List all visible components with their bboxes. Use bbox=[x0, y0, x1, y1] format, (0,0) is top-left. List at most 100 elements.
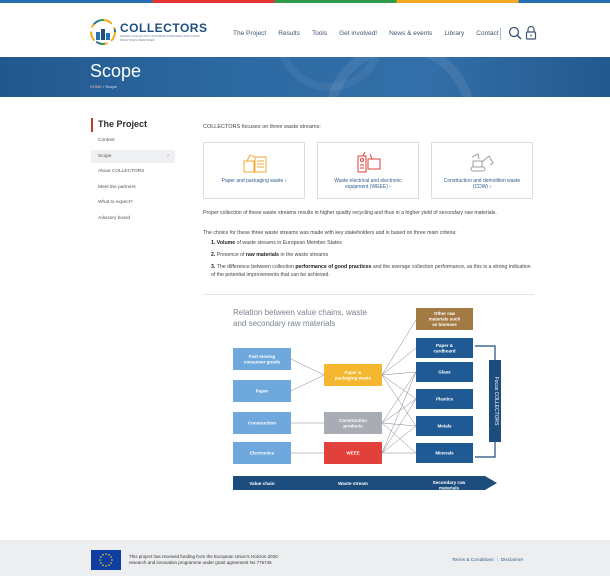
criterion-item: 3. The difference between collection per… bbox=[211, 264, 534, 279]
sidebar-item-label: What to expect? bbox=[98, 200, 133, 205]
criterion-number: 3. bbox=[211, 264, 216, 270]
waste-stream-node-label: WEEE bbox=[346, 451, 359, 456]
raw-material-node-label: Paper & cardboard bbox=[433, 343, 455, 354]
criterion-keyword: raw materials bbox=[245, 252, 280, 258]
flow-axis-label: Waste stream bbox=[338, 481, 368, 486]
relation-diagram: Relation between value chains, waste and… bbox=[203, 300, 534, 500]
connector-line bbox=[381, 319, 417, 376]
value-chain-node-label: Paper bbox=[256, 389, 269, 394]
raw-material-node-label: Plastics bbox=[436, 397, 454, 402]
sidebar-item-meet-the-partners[interactable]: Meet the partners bbox=[91, 181, 175, 194]
connector-line bbox=[381, 374, 417, 400]
value-chain-node-label: Fast moving consumer goods bbox=[244, 354, 281, 365]
content-divider bbox=[203, 294, 534, 295]
paragraph-collection: Proper collection of these waste streams… bbox=[203, 210, 497, 216]
connector-line bbox=[381, 398, 417, 454]
lock-icon[interactable] bbox=[525, 25, 537, 40]
sidebar-item-what-to-expect[interactable]: What to expect? bbox=[91, 196, 175, 209]
breadcrumb-home[interactable]: HOME bbox=[90, 84, 102, 89]
sidebar-item-about-collectors[interactable]: About COLLECTORS bbox=[91, 165, 175, 178]
nav-item-tools[interactable]: Tools bbox=[312, 30, 327, 37]
sidebar-item-label: Meet the partners bbox=[98, 184, 136, 190]
logo-subtitle: WASTE COLLECTION SYSTEMS ASSESSED AND GO… bbox=[120, 34, 200, 42]
card-label: Waste electrical and electronic equipmen… bbox=[334, 178, 402, 191]
funding-notice: This project has received funding from t… bbox=[129, 554, 329, 566]
footer-link-separator: | bbox=[496, 558, 498, 563]
main-nav: The Project Results Tools Get involved! News… bbox=[233, 30, 511, 37]
sidebar-item-label: Scope bbox=[98, 153, 112, 159]
sidebar-item-scope[interactable]: Scope › bbox=[91, 149, 175, 163]
connector-line bbox=[381, 371, 417, 376]
page-banner: Scope HOME / Scope bbox=[0, 57, 610, 97]
sidebar-item-label: About COLLECTORS bbox=[98, 169, 145, 174]
raw-material-node: Metals bbox=[416, 416, 473, 436]
nav-item-contact[interactable]: Contact bbox=[476, 30, 498, 37]
card-label: Construction and demolition waste (CDW) … bbox=[443, 178, 521, 191]
connector-line bbox=[381, 422, 417, 454]
chevron-right-icon: › bbox=[167, 152, 169, 159]
connector-line bbox=[381, 347, 417, 376]
waste-stream-node: Paper & packaging waste bbox=[324, 364, 382, 386]
sidebar-item-context[interactable]: Context bbox=[91, 134, 175, 147]
nav-item-news-events[interactable]: News & events bbox=[389, 30, 432, 37]
waste-stream-node: Construction products bbox=[324, 412, 382, 434]
other-materials-node: Other raw materials such as biomass bbox=[416, 308, 473, 330]
connector-line bbox=[381, 371, 417, 424]
raw-material-node: Glass bbox=[416, 362, 473, 382]
site-header: COLLECTORS WASTE COLLECTION SYSTEMS ASSE… bbox=[0, 3, 610, 57]
eu-flag-icon bbox=[91, 550, 121, 570]
value-chain-node-label: Construction bbox=[248, 421, 276, 426]
card-label: Paper and packaging waste › bbox=[221, 178, 287, 184]
raw-material-node-label: Metals bbox=[437, 424, 452, 429]
electronics-icon bbox=[357, 151, 381, 173]
flow-axis-label: Value chain bbox=[249, 481, 274, 486]
card-weee[interactable]: Waste electrical and electronic equipmen… bbox=[317, 142, 419, 199]
nav-item-get-involved[interactable]: Get involved! bbox=[339, 30, 377, 37]
raw-material-node-label: Glass bbox=[438, 370, 451, 375]
criterion-number: 2. bbox=[211, 252, 216, 258]
raw-material-node: Paper & cardboard bbox=[416, 338, 473, 358]
nav-item-library[interactable]: Library bbox=[444, 30, 464, 37]
criterion-item: 2. Presence of raw materials in the wast… bbox=[211, 252, 534, 260]
paragraph-criteria-intro: The choice for these three waste streams… bbox=[203, 230, 457, 236]
card-cdw[interactable]: Construction and demolition waste (CDW) … bbox=[431, 142, 533, 199]
site-footer: This project has received funding from t… bbox=[0, 540, 610, 576]
footer-links: Terms & Conditions | Disclaimer bbox=[452, 558, 523, 563]
value-chain-node: Construction bbox=[233, 412, 291, 434]
criterion-text: in the waste streams bbox=[279, 252, 329, 258]
sidebar-item-advisory-board[interactable]: Advisory board bbox=[91, 212, 175, 225]
funding-line-2: research and innovation programme under … bbox=[129, 560, 272, 565]
connector-line bbox=[381, 371, 417, 454]
raw-material-node: Minerals bbox=[416, 443, 473, 463]
search-icon[interactable] bbox=[508, 26, 522, 40]
collectors-logo-icon bbox=[90, 19, 116, 45]
connector-line bbox=[381, 374, 417, 427]
waste-stream-node: WEEE bbox=[324, 442, 382, 464]
criterion-keyword: Volume bbox=[216, 240, 236, 246]
sidebar-item-label: Advisory board bbox=[98, 215, 130, 221]
value-chain-node: Electronics bbox=[233, 442, 291, 464]
criterion-item: 1. Volume of waste streams in European M… bbox=[211, 240, 534, 248]
terms-link[interactable]: Terms & Conditions bbox=[452, 558, 494, 563]
connector-line bbox=[381, 425, 417, 454]
sidebar-item-label: Context bbox=[98, 138, 115, 143]
nav-item-the-project[interactable]: The Project bbox=[233, 30, 266, 37]
diagram-graphic: Fast moving consumer goods Paper Constructi… bbox=[233, 308, 501, 490]
raw-material-node-label: Minerals bbox=[435, 451, 454, 456]
banner-pattern bbox=[279, 57, 473, 97]
sidebar-accent bbox=[91, 118, 93, 132]
nav-item-results[interactable]: Results bbox=[278, 30, 300, 37]
raw-material-node: Plastics bbox=[416, 389, 473, 409]
focus-label: Focus COLLECTORS bbox=[493, 377, 499, 426]
nav-divider bbox=[500, 28, 501, 40]
criterion-text: The difference between collection bbox=[216, 264, 296, 270]
card-paper-packaging[interactable]: Paper and packaging waste › bbox=[203, 142, 305, 199]
sidebar-title: The Project bbox=[98, 119, 148, 129]
disclaimer-link[interactable]: Disclaimer bbox=[501, 558, 523, 563]
site-logo[interactable]: COLLECTORS WASTE COLLECTION SYSTEMS ASSE… bbox=[90, 19, 207, 47]
connector-line bbox=[290, 374, 325, 392]
value-chain-node: Fast moving consumer goods bbox=[233, 348, 291, 370]
breadcrumb: HOME / Scope bbox=[90, 84, 117, 89]
connector-line bbox=[290, 358, 325, 376]
connector-line bbox=[381, 398, 417, 424]
